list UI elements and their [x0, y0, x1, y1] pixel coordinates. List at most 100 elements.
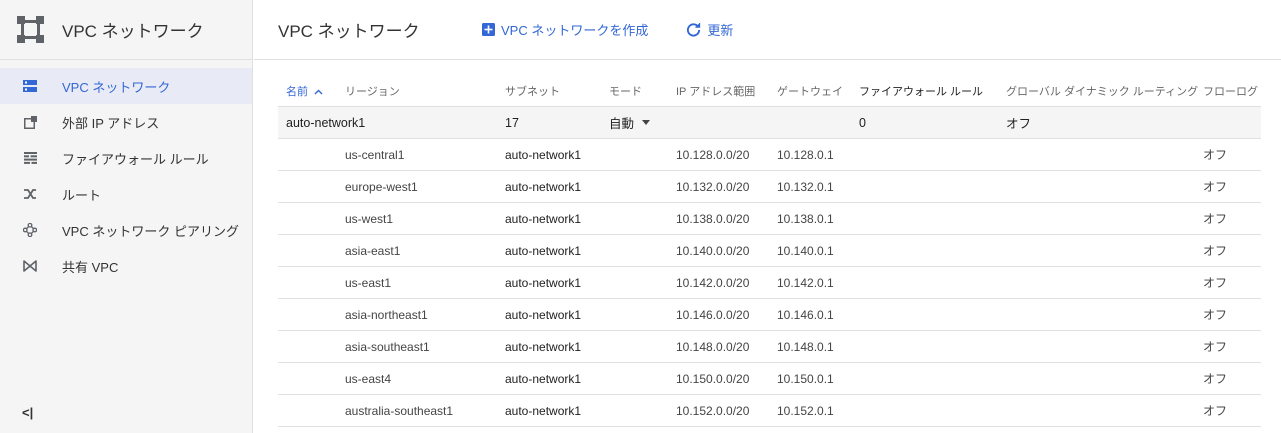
- vpc-network-icon: [23, 79, 37, 93]
- subnet-indent-cell: [278, 138, 345, 171]
- subnet-row[interactable]: asia-southeast1 auto-network1 10.148.0.0/2…: [278, 330, 1261, 363]
- sidebar-item-vpc-networks[interactable]: VPC ネットワーク: [0, 68, 252, 104]
- sidebar-item-firewall[interactable]: ファイアウォール ルール: [0, 140, 252, 176]
- subnet-row[interactable]: asia-northeast1 auto-network1 10.146.0.0/2…: [278, 298, 1261, 331]
- create-vpc-network-label: VPC ネットワークを作成: [501, 23, 649, 38]
- subnet-indent-cell: [278, 202, 345, 235]
- subnet-name-link[interactable]: auto-network1: [505, 202, 609, 235]
- subnet-ip-range: 10.128.0.0/20: [676, 138, 777, 171]
- sidebar-item-label: VPC ネットワーク ピアリング: [62, 223, 239, 239]
- subnet-name-link[interactable]: auto-network1: [505, 362, 609, 395]
- mode-value: 自動: [609, 117, 635, 131]
- network-ip-range-cell: [676, 106, 777, 139]
- subnet-region: us-east4: [345, 362, 505, 395]
- subnet-indent-cell: [278, 330, 345, 363]
- column-header-dynamic-routing[interactable]: グローバル ダイナミック ルーティング: [1006, 75, 1203, 107]
- subnet-routing-cell: [1006, 362, 1203, 395]
- subnet-row[interactable]: asia-east1 auto-network1 10.140.0.0/20 10.1…: [278, 234, 1261, 267]
- sidebar-nav: VPC ネットワーク 外部 IP アドレス ファイアウォール ルール ルート V…: [0, 68, 252, 284]
- sidebar-item-shared-vpc[interactable]: 共有 VPC: [0, 248, 252, 284]
- subnet-firewall-cell: [859, 170, 1006, 203]
- subnet-region: asia-northeast1: [345, 298, 505, 331]
- subnet-routing-cell: [1006, 330, 1203, 363]
- sidebar-item-peering[interactable]: VPC ネットワーク ピアリング: [0, 212, 252, 248]
- subnet-firewall-cell: [859, 266, 1006, 299]
- subnet-mode-cell: [609, 138, 676, 171]
- subnet-row[interactable]: europe-west1 auto-network1 10.132.0.0/20 10…: [278, 170, 1261, 203]
- subnet-region: australia-southeast1: [345, 394, 505, 427]
- column-header-flow-logs[interactable]: フローログ: [1203, 75, 1261, 107]
- subnet-gateway: 10.138.0.1: [777, 202, 859, 235]
- subnet-name-link[interactable]: auto-network1: [505, 394, 609, 427]
- subnet-flow-logs: オフ: [1203, 394, 1261, 427]
- subnet-ip-range: 10.150.0.0/20: [676, 362, 777, 395]
- create-vpc-network-button[interactable]: VPC ネットワークを作成: [482, 20, 648, 39]
- route-icon: [23, 187, 37, 201]
- column-header-gateway[interactable]: ゲートウェイ: [777, 75, 859, 107]
- subnet-routing-cell: [1006, 394, 1203, 427]
- subnet-row[interactable]: australia-southeast1 auto-network1 10.152.…: [278, 394, 1261, 427]
- subnet-ip-range: 10.148.0.0/20: [676, 330, 777, 363]
- subnet-flow-logs: オフ: [1203, 330, 1261, 363]
- page-title: VPC ネットワーク: [278, 22, 420, 41]
- subnet-indent-cell: [278, 394, 345, 427]
- network-subnet-count: 17: [505, 106, 609, 139]
- sidebar-item-routes[interactable]: ルート: [0, 176, 252, 212]
- column-header-region[interactable]: リージョン: [345, 75, 505, 107]
- subnet-row[interactable]: us-central1 auto-network1 10.128.0.0/20 10.…: [278, 138, 1261, 171]
- column-header-label: 名前: [286, 85, 308, 98]
- subnet-gateway: 10.132.0.1: [777, 170, 859, 203]
- collapse-sidebar-button[interactable]: <|: [22, 405, 38, 420]
- subnet-routing-cell: [1006, 170, 1203, 203]
- column-header-name[interactable]: 名前: [278, 75, 345, 107]
- sidebar-item-external-ip[interactable]: 外部 IP アドレス: [0, 104, 252, 140]
- network-name-link[interactable]: auto-network1: [278, 106, 505, 139]
- firewall-icon: [23, 151, 37, 165]
- subnet-name-link[interactable]: auto-network1: [505, 234, 609, 267]
- subnet-name-link[interactable]: auto-network1: [505, 170, 609, 203]
- subnet-indent-cell: [278, 234, 345, 267]
- subnet-flow-logs: オフ: [1203, 170, 1261, 203]
- mode-dropdown[interactable]: 自動: [609, 113, 651, 132]
- vpc-network-table: 名前 リージョン サブネット モード IP アドレス範囲 ゲートウェイ ファイア…: [278, 75, 1261, 427]
- network-flow-logs-cell: [1203, 106, 1261, 139]
- subnet-routing-cell: [1006, 298, 1203, 331]
- subnet-gateway: 10.146.0.1: [777, 298, 859, 331]
- column-header-mode[interactable]: モード: [609, 75, 676, 107]
- subnet-name-link[interactable]: auto-network1: [505, 266, 609, 299]
- subnet-firewall-cell: [859, 138, 1006, 171]
- column-header-firewall-rules[interactable]: ファイアウォール ルール: [859, 75, 1006, 107]
- sidebar-title: VPC ネットワーク: [62, 22, 204, 41]
- subnet-row[interactable]: us-east4 auto-network1 10.150.0.0/20 10.150…: [278, 362, 1261, 395]
- subnet-firewall-cell: [859, 202, 1006, 235]
- column-header-subnet[interactable]: サブネット: [505, 75, 609, 107]
- subnet-region: us-west1: [345, 202, 505, 235]
- page-header: VPC ネットワーク VPC ネットワークを作成 更新: [254, 0, 1281, 60]
- sidebar-header: VPC ネットワーク: [0, 0, 252, 60]
- subnet-ip-range: 10.146.0.0/20: [676, 298, 777, 331]
- subnet-firewall-cell: [859, 234, 1006, 267]
- subnet-ip-range: 10.152.0.0/20: [676, 394, 777, 427]
- network-row[interactable]: auto-network1 17 自動 0 オフ: [278, 106, 1261, 139]
- subnet-routing-cell: [1006, 202, 1203, 235]
- subnet-routing-cell: [1006, 234, 1203, 267]
- refresh-button[interactable]: 更新: [686, 20, 733, 39]
- subnet-row[interactable]: us-east1 auto-network1 10.142.0.0/20 10.142…: [278, 266, 1261, 299]
- subnet-routing-cell: [1006, 138, 1203, 171]
- subnet-gateway: 10.152.0.1: [777, 394, 859, 427]
- add-box-icon: [482, 23, 495, 36]
- subnet-name-link[interactable]: auto-network1: [505, 138, 609, 171]
- subnet-indent-cell: [278, 266, 345, 299]
- subnet-row[interactable]: us-west1 auto-network1 10.138.0.0/20 10.138…: [278, 202, 1261, 235]
- sidebar-item-label: 外部 IP アドレス: [62, 115, 160, 131]
- subnet-name-link[interactable]: auto-network1: [505, 298, 609, 331]
- subnet-indent-cell: [278, 170, 345, 203]
- subnet-region: europe-west1: [345, 170, 505, 203]
- subnet-name-link[interactable]: auto-network1: [505, 330, 609, 363]
- subnet-flow-logs: オフ: [1203, 138, 1261, 171]
- subnet-indent-cell: [278, 362, 345, 395]
- subnet-region: asia-east1: [345, 234, 505, 267]
- column-header-ip-range[interactable]: IP アドレス範囲: [676, 75, 777, 107]
- subnet-gateway: 10.128.0.1: [777, 138, 859, 171]
- sidebar: VPC ネットワーク VPC ネットワーク 外部 IP アドレス ファイアウォー…: [0, 0, 253, 433]
